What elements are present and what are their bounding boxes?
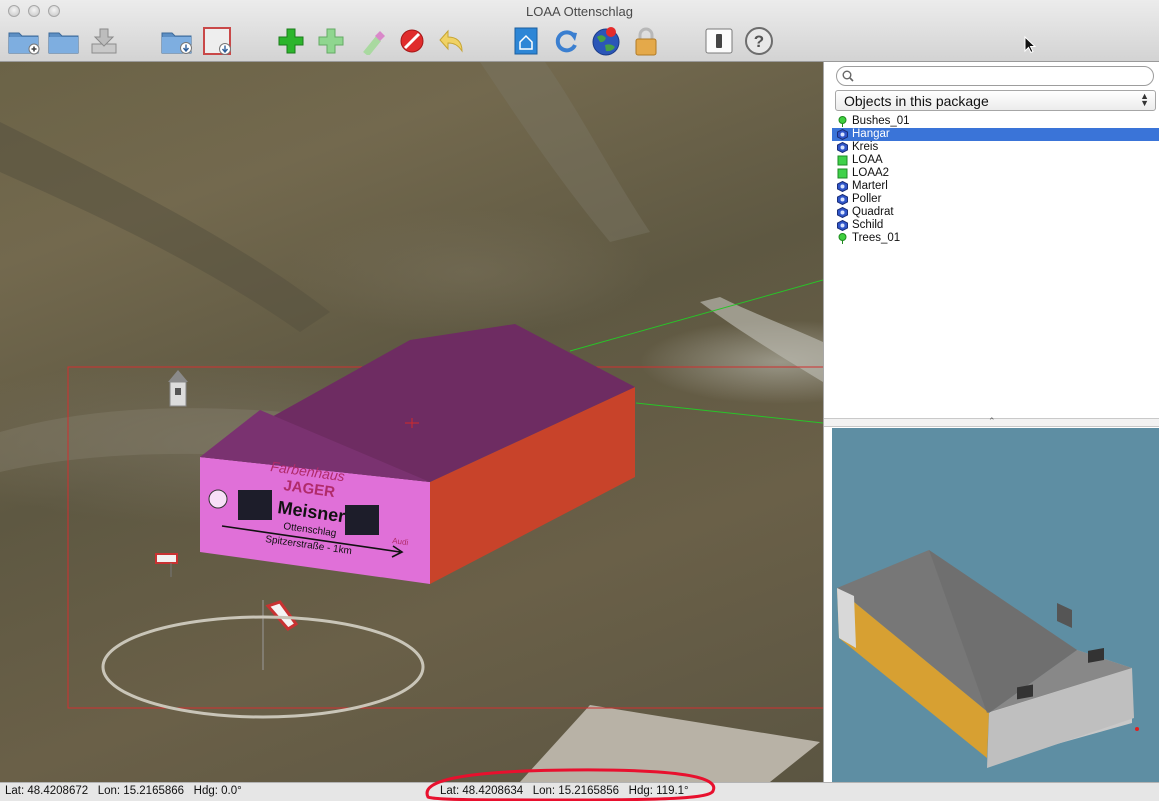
object-icon — [837, 142, 848, 153]
grip-icon: ⌃ — [988, 416, 996, 426]
marker-icon — [363, 31, 385, 55]
object-list-item-trees_01[interactable]: Trees_01 — [832, 232, 1159, 245]
red-highlight-annotation — [425, 768, 716, 801]
add-object-button[interactable] — [275, 25, 307, 57]
mark-button[interactable] — [356, 25, 388, 57]
open-folder-icon — [48, 32, 79, 54]
globe-button[interactable] — [590, 25, 622, 57]
delete-button[interactable] — [396, 25, 428, 57]
updown-arrows-icon: ▲ ▼ — [1140, 91, 1149, 108]
new-folder-icon — [8, 32, 40, 55]
object-list-item-hangar[interactable]: Hangar — [832, 128, 1159, 141]
undo-icon — [439, 29, 463, 53]
panel-splitter[interactable]: ⌃ — [824, 416, 1159, 427]
object-list-label: Kreis — [852, 141, 879, 153]
object-list-label: LOAA — [852, 154, 883, 166]
object-icon — [837, 129, 848, 140]
windsock[interactable] — [262, 600, 299, 670]
import-button[interactable] — [161, 25, 193, 57]
scene-canvas[interactable]: Farbenhaus JAGER Meisner Ottenschlag Spi… — [0, 62, 823, 782]
schild-sign[interactable] — [155, 553, 178, 577]
delete-icon — [400, 29, 424, 53]
export-button[interactable] — [202, 25, 234, 57]
lock-icon — [635, 27, 657, 56]
home-view-icon — [514, 27, 538, 55]
export-box-icon — [203, 27, 231, 55]
window-title: LOAA Ottenschlag — [526, 4, 633, 19]
undo-button[interactable] — [436, 25, 468, 57]
import-folder-icon — [161, 32, 192, 54]
refresh-button[interactable] — [550, 25, 582, 57]
object-list-label: Schild — [852, 219, 884, 231]
save-button[interactable] — [88, 25, 120, 57]
hangar-preview-render — [837, 550, 1139, 768]
object-list-label: Quadrat — [852, 206, 894, 218]
tree-icon — [838, 233, 847, 244]
add-instance-button[interactable] — [315, 25, 347, 57]
object-list-label: Trees_01 — [852, 232, 901, 244]
object-list-item-bushes_01[interactable]: Bushes_01 — [832, 115, 1159, 128]
lock-button[interactable] — [630, 25, 662, 57]
object-icon — [837, 194, 848, 205]
object-list-label: Poller — [852, 193, 882, 205]
search-field[interactable] — [836, 66, 1154, 86]
search-input[interactable] — [859, 68, 1143, 86]
polygon-icon — [837, 168, 848, 179]
svg-text:?: ? — [754, 32, 764, 51]
object-list-item-quadrat[interactable]: Quadrat — [832, 206, 1159, 219]
tree-icon — [838, 116, 847, 127]
object-icon — [837, 181, 848, 192]
object-list-item-kreis[interactable]: Kreis — [832, 141, 1159, 154]
help-button[interactable]: ? — [743, 25, 775, 57]
object-list-label: Hangar — [852, 128, 890, 140]
globe-icon — [592, 27, 620, 56]
switch-icon — [705, 28, 733, 54]
object-list-item-marterl[interactable]: Marterl — [832, 180, 1159, 193]
cursor-coordinates: Lat: 48.4208672 Lon: 15.2165866 Hdg: 0.0… — [5, 785, 242, 797]
search-icon — [842, 70, 854, 82]
window-titlebar: LOAA Ottenschlag ? — [0, 0, 1159, 62]
object-list-item-loaa2[interactable]: LOAA2 — [832, 167, 1159, 180]
object-icon — [837, 220, 848, 231]
object-list-item-schild[interactable]: Schild — [832, 219, 1159, 232]
object-panel: Objects in this package ▲ ▼ Bushes_01 Hang… — [823, 62, 1159, 782]
open-package-button[interactable] — [48, 25, 80, 57]
marterl-shrine[interactable] — [168, 370, 188, 407]
3d-viewport[interactable]: Farbenhaus JAGER Meisner Ottenschlag Spi… — [0, 62, 823, 782]
mouse-cursor-icon — [1024, 36, 1036, 54]
add-green-plus-icon — [278, 28, 304, 54]
help-icon: ? — [745, 27, 773, 55]
package-filter-value: Objects in this package — [844, 93, 989, 109]
object-list-label: Bushes_01 — [852, 115, 910, 127]
save-tray-icon — [91, 28, 117, 54]
polygon-icon — [837, 155, 848, 166]
object-list-label: Marterl — [852, 180, 888, 192]
object-list-item-loaa[interactable]: LOAA — [832, 154, 1159, 167]
object-list-item-poller[interactable]: Poller — [832, 193, 1159, 206]
object-preview — [832, 428, 1159, 782]
object-list-label: LOAA2 — [852, 167, 890, 179]
switch-button[interactable] — [703, 25, 735, 57]
add-light-plus-icon — [318, 28, 344, 54]
object-icon — [837, 207, 848, 218]
home-view-button[interactable] — [510, 25, 542, 57]
new-package-button[interactable] — [8, 25, 40, 57]
object-list: Bushes_01 Hangar Kreis LOAA LOAA2 Marterl Poll… — [832, 115, 1159, 245]
hangar-model[interactable]: Farbenhaus JAGER Meisner Ottenschlag Spi… — [200, 324, 635, 584]
refresh-icon — [555, 30, 577, 53]
package-filter-select[interactable]: Objects in this package ▲ ▼ — [835, 90, 1156, 111]
